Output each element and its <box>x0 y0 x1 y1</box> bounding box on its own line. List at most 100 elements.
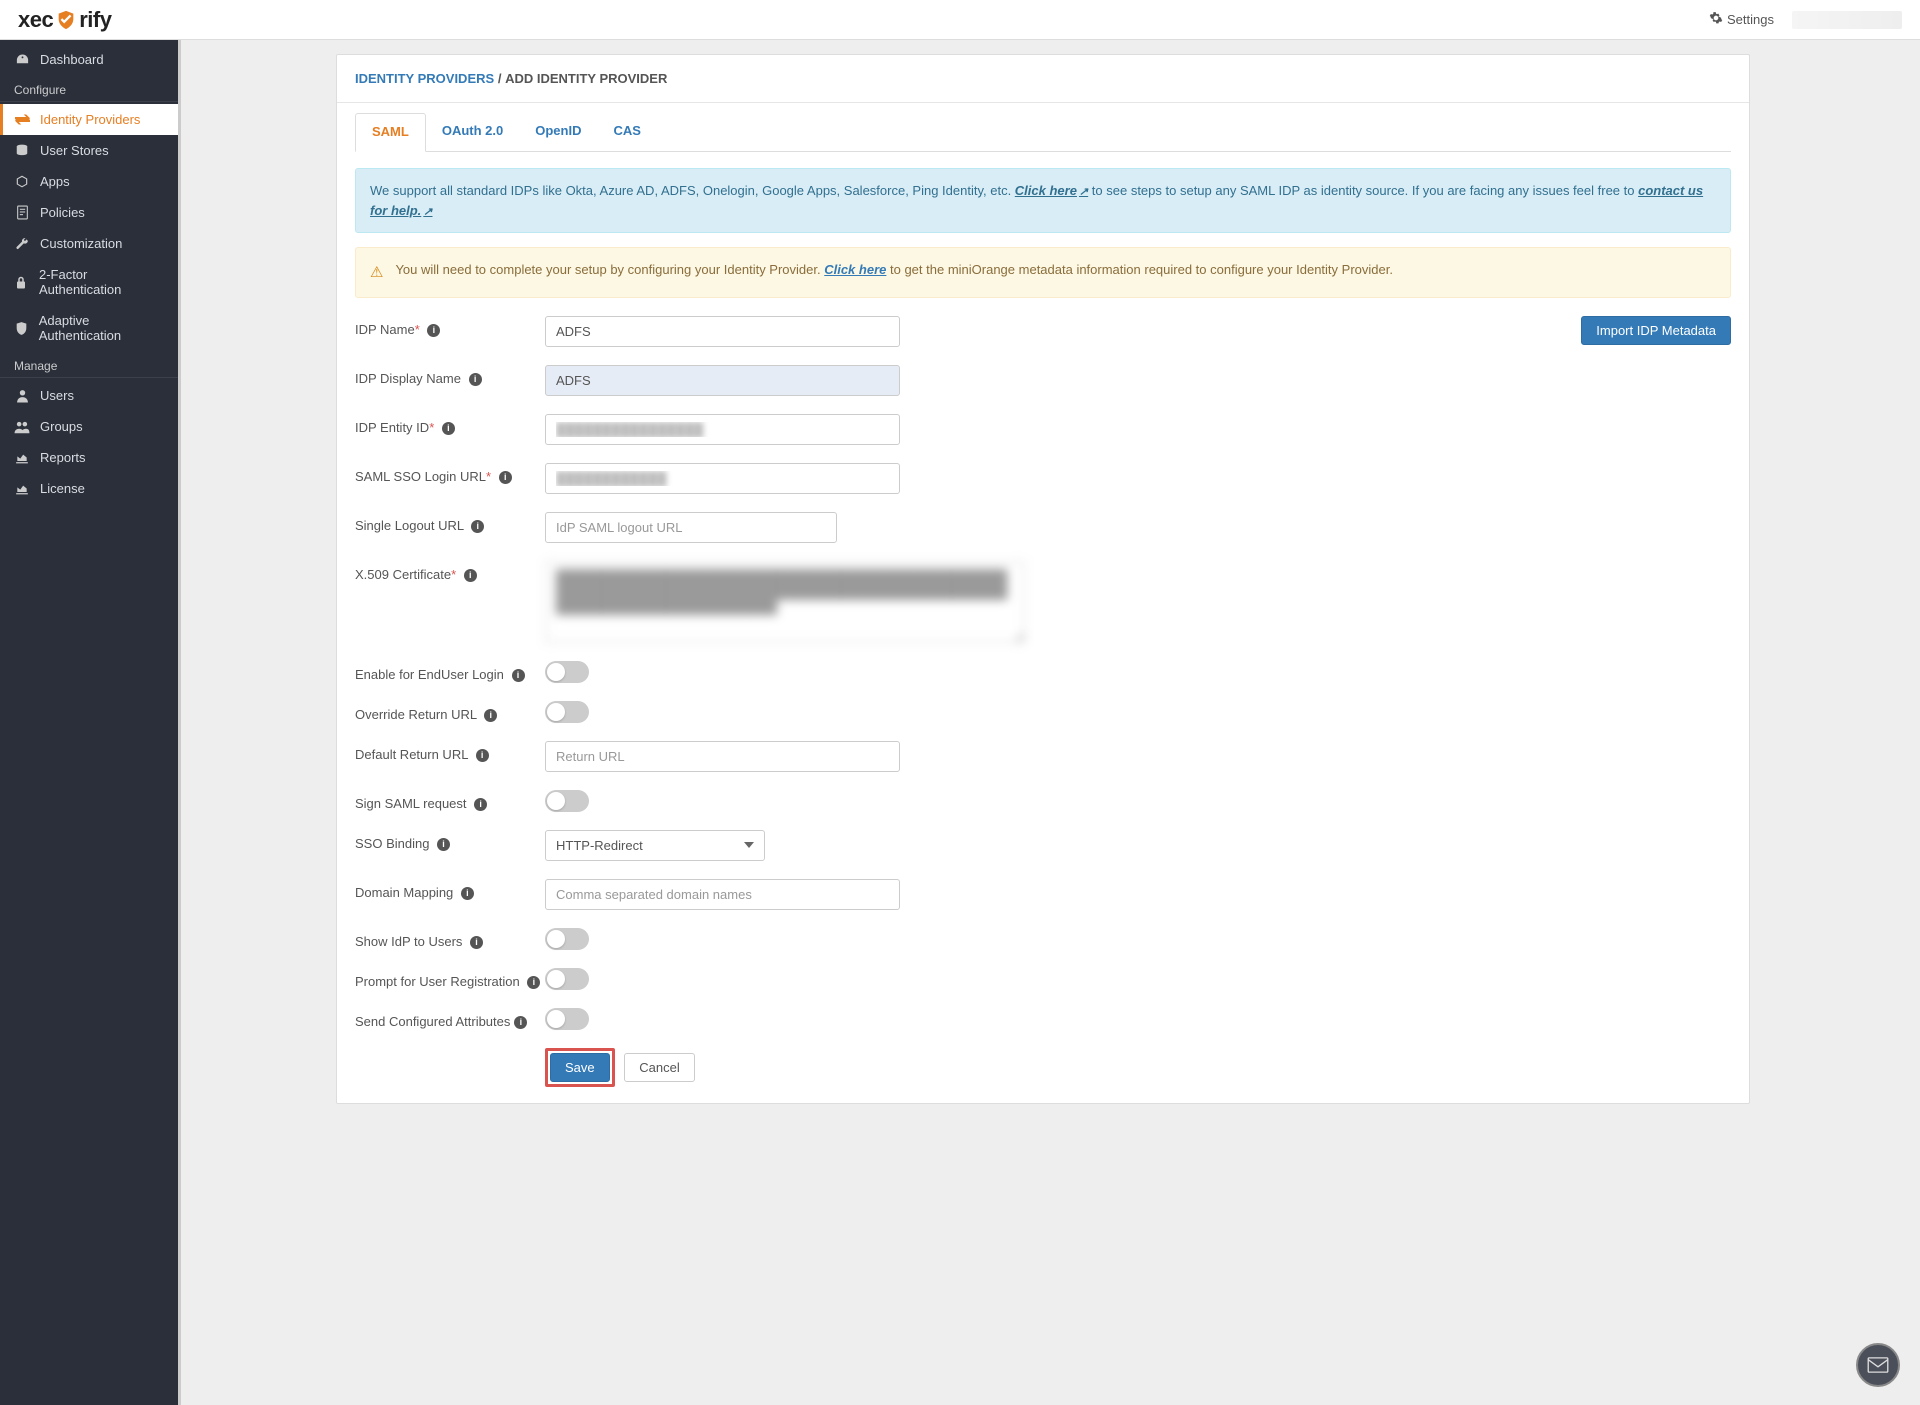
cube-icon <box>14 174 30 189</box>
sidebar-item-customization[interactable]: Customization <box>0 228 178 259</box>
chart-icon <box>14 482 30 495</box>
logo: xec rify <box>18 7 111 33</box>
sidebar-item-label: User Stores <box>40 143 109 158</box>
sidebar-item-policies[interactable]: Policies <box>0 197 178 228</box>
file-icon <box>14 205 30 220</box>
idp-display-input[interactable] <box>545 365 900 396</box>
sidebar-item-reports[interactable]: Reports <box>0 442 178 473</box>
sidebar-item-label: Policies <box>40 205 85 220</box>
info-icon[interactable]: i <box>461 887 474 900</box>
cert-textarea[interactable]: ████████████████████████████████████████… <box>545 561 1025 643</box>
idp-display-label: IDP Display Name i <box>355 365 545 386</box>
sidebar: Dashboard Configure Identity Providers U… <box>0 40 178 1405</box>
idp-name-label: IDP Name* i <box>355 316 545 337</box>
info-icon[interactable]: i <box>469 373 482 386</box>
sidebar-item-dashboard[interactable]: Dashboard <box>0 44 178 75</box>
idp-name-input[interactable] <box>545 316 900 347</box>
warn-link-metadata[interactable]: Click here <box>824 262 886 277</box>
cancel-button[interactable]: Cancel <box>624 1053 694 1082</box>
external-link-icon: ↗ <box>423 206 432 218</box>
warn-text: to get the miniOrange metadata informati… <box>890 262 1393 277</box>
sidebar-item-label: Adaptive Authentication <box>39 313 164 343</box>
exchange-icon <box>14 113 30 126</box>
tabs: SAML OAuth 2.0 OpenID CAS <box>337 103 1749 152</box>
sidebar-item-adaptive-auth[interactable]: Adaptive Authentication <box>0 305 178 351</box>
sso-binding-select[interactable]: HTTP-Redirect <box>545 830 765 861</box>
sidebar-item-label: Users <box>40 388 74 403</box>
breadcrumb-current: ADD IDENTITY PROVIDER <box>505 71 667 86</box>
sso-url-input[interactable] <box>545 463 900 494</box>
info-icon[interactable]: i <box>514 1016 527 1029</box>
info-icon[interactable]: i <box>476 749 489 762</box>
domain-mapping-input[interactable] <box>545 879 900 910</box>
info-icon[interactable]: i <box>512 669 525 682</box>
tab-oauth[interactable]: OAuth 2.0 <box>426 113 519 152</box>
override-return-toggle[interactable] <box>545 701 589 723</box>
enable-enduser-label: Enable for EndUser Login i <box>355 661 545 682</box>
main-panel: IDENTITY PROVIDERS / ADD IDENTITY PROVID… <box>336 54 1750 1104</box>
settings-link[interactable]: Settings <box>1709 11 1774 28</box>
dashboard-icon <box>14 52 30 67</box>
info-icon[interactable]: i <box>474 798 487 811</box>
sidebar-item-label: Customization <box>40 236 122 251</box>
tab-saml[interactable]: SAML <box>355 113 426 152</box>
breadcrumb-link[interactable]: IDENTITY PROVIDERS <box>355 71 494 86</box>
show-idp-toggle[interactable] <box>545 928 589 950</box>
cert-label: X.509 Certificate* i <box>355 561 545 582</box>
settings-label: Settings <box>1727 12 1774 27</box>
contact-fab[interactable] <box>1856 1343 1900 1387</box>
show-idp-label: Show IdP to Users i <box>355 928 545 949</box>
default-return-label: Default Return URL i <box>355 741 545 762</box>
sso-url-label: SAML SSO Login URL* i <box>355 463 545 484</box>
content-area: IDENTITY PROVIDERS / ADD IDENTITY PROVID… <box>178 40 1920 1405</box>
info-icon[interactable]: i <box>471 520 484 533</box>
sidebar-section-manage: Manage <box>0 351 178 378</box>
sidebar-item-users[interactable]: Users <box>0 380 178 411</box>
tab-cas[interactable]: CAS <box>597 113 656 152</box>
idp-entity-input[interactable] <box>545 414 900 445</box>
info-icon[interactable]: i <box>464 569 477 582</box>
sidebar-item-label: 2-Factor Authentication <box>39 267 164 297</box>
sidebar-item-label: Reports <box>40 450 86 465</box>
info-icon[interactable]: i <box>442 422 455 435</box>
user-menu-redacted[interactable] <box>1792 11 1902 29</box>
info-icon[interactable]: i <box>427 324 440 337</box>
prompt-reg-toggle[interactable] <box>545 968 589 990</box>
sidebar-item-apps[interactable]: Apps <box>0 166 178 197</box>
info-icon[interactable]: i <box>470 936 483 949</box>
info-icon[interactable]: i <box>484 709 497 722</box>
lock-icon <box>14 275 29 290</box>
save-button[interactable]: Save <box>550 1053 610 1082</box>
sidebar-item-label: License <box>40 481 85 496</box>
users-icon <box>14 420 30 434</box>
sign-saml-toggle[interactable] <box>545 790 589 812</box>
sidebar-item-groups[interactable]: Groups <box>0 411 178 442</box>
idp-entity-label: IDP Entity ID* i <box>355 414 545 435</box>
sidebar-item-2fa[interactable]: 2-Factor Authentication <box>0 259 178 305</box>
slo-url-input[interactable] <box>545 512 837 543</box>
chart-icon <box>14 451 30 464</box>
info-link-steps[interactable]: Click here↗ <box>1015 183 1088 198</box>
database-icon <box>14 143 30 158</box>
gear-icon <box>1709 11 1723 28</box>
info-icon[interactable]: i <box>527 976 540 989</box>
sidebar-item-label: Identity Providers <box>40 112 140 127</box>
send-attrs-toggle[interactable] <box>545 1008 589 1030</box>
info-icon[interactable]: i <box>437 838 450 851</box>
user-icon <box>14 388 30 403</box>
shield-icon <box>14 321 29 336</box>
default-return-input[interactable] <box>545 741 900 772</box>
sso-binding-label: SSO Binding i <box>355 830 545 851</box>
sidebar-item-user-stores[interactable]: User Stores <box>0 135 178 166</box>
import-metadata-button[interactable]: Import IDP Metadata <box>1581 316 1731 345</box>
sidebar-item-label: Dashboard <box>40 52 104 67</box>
external-link-icon: ↗ <box>1079 186 1088 198</box>
sidebar-item-identity-providers[interactable]: Identity Providers <box>0 104 178 135</box>
tab-openid[interactable]: OpenID <box>519 113 597 152</box>
mail-icon <box>1867 1357 1889 1373</box>
enable-enduser-toggle[interactable] <box>545 661 589 683</box>
slo-url-label: Single Logout URL i <box>355 512 545 533</box>
sidebar-item-license[interactable]: License <box>0 473 178 504</box>
info-icon[interactable]: i <box>499 471 512 484</box>
info-text: to see steps to setup any SAML IDP as id… <box>1092 183 1638 198</box>
